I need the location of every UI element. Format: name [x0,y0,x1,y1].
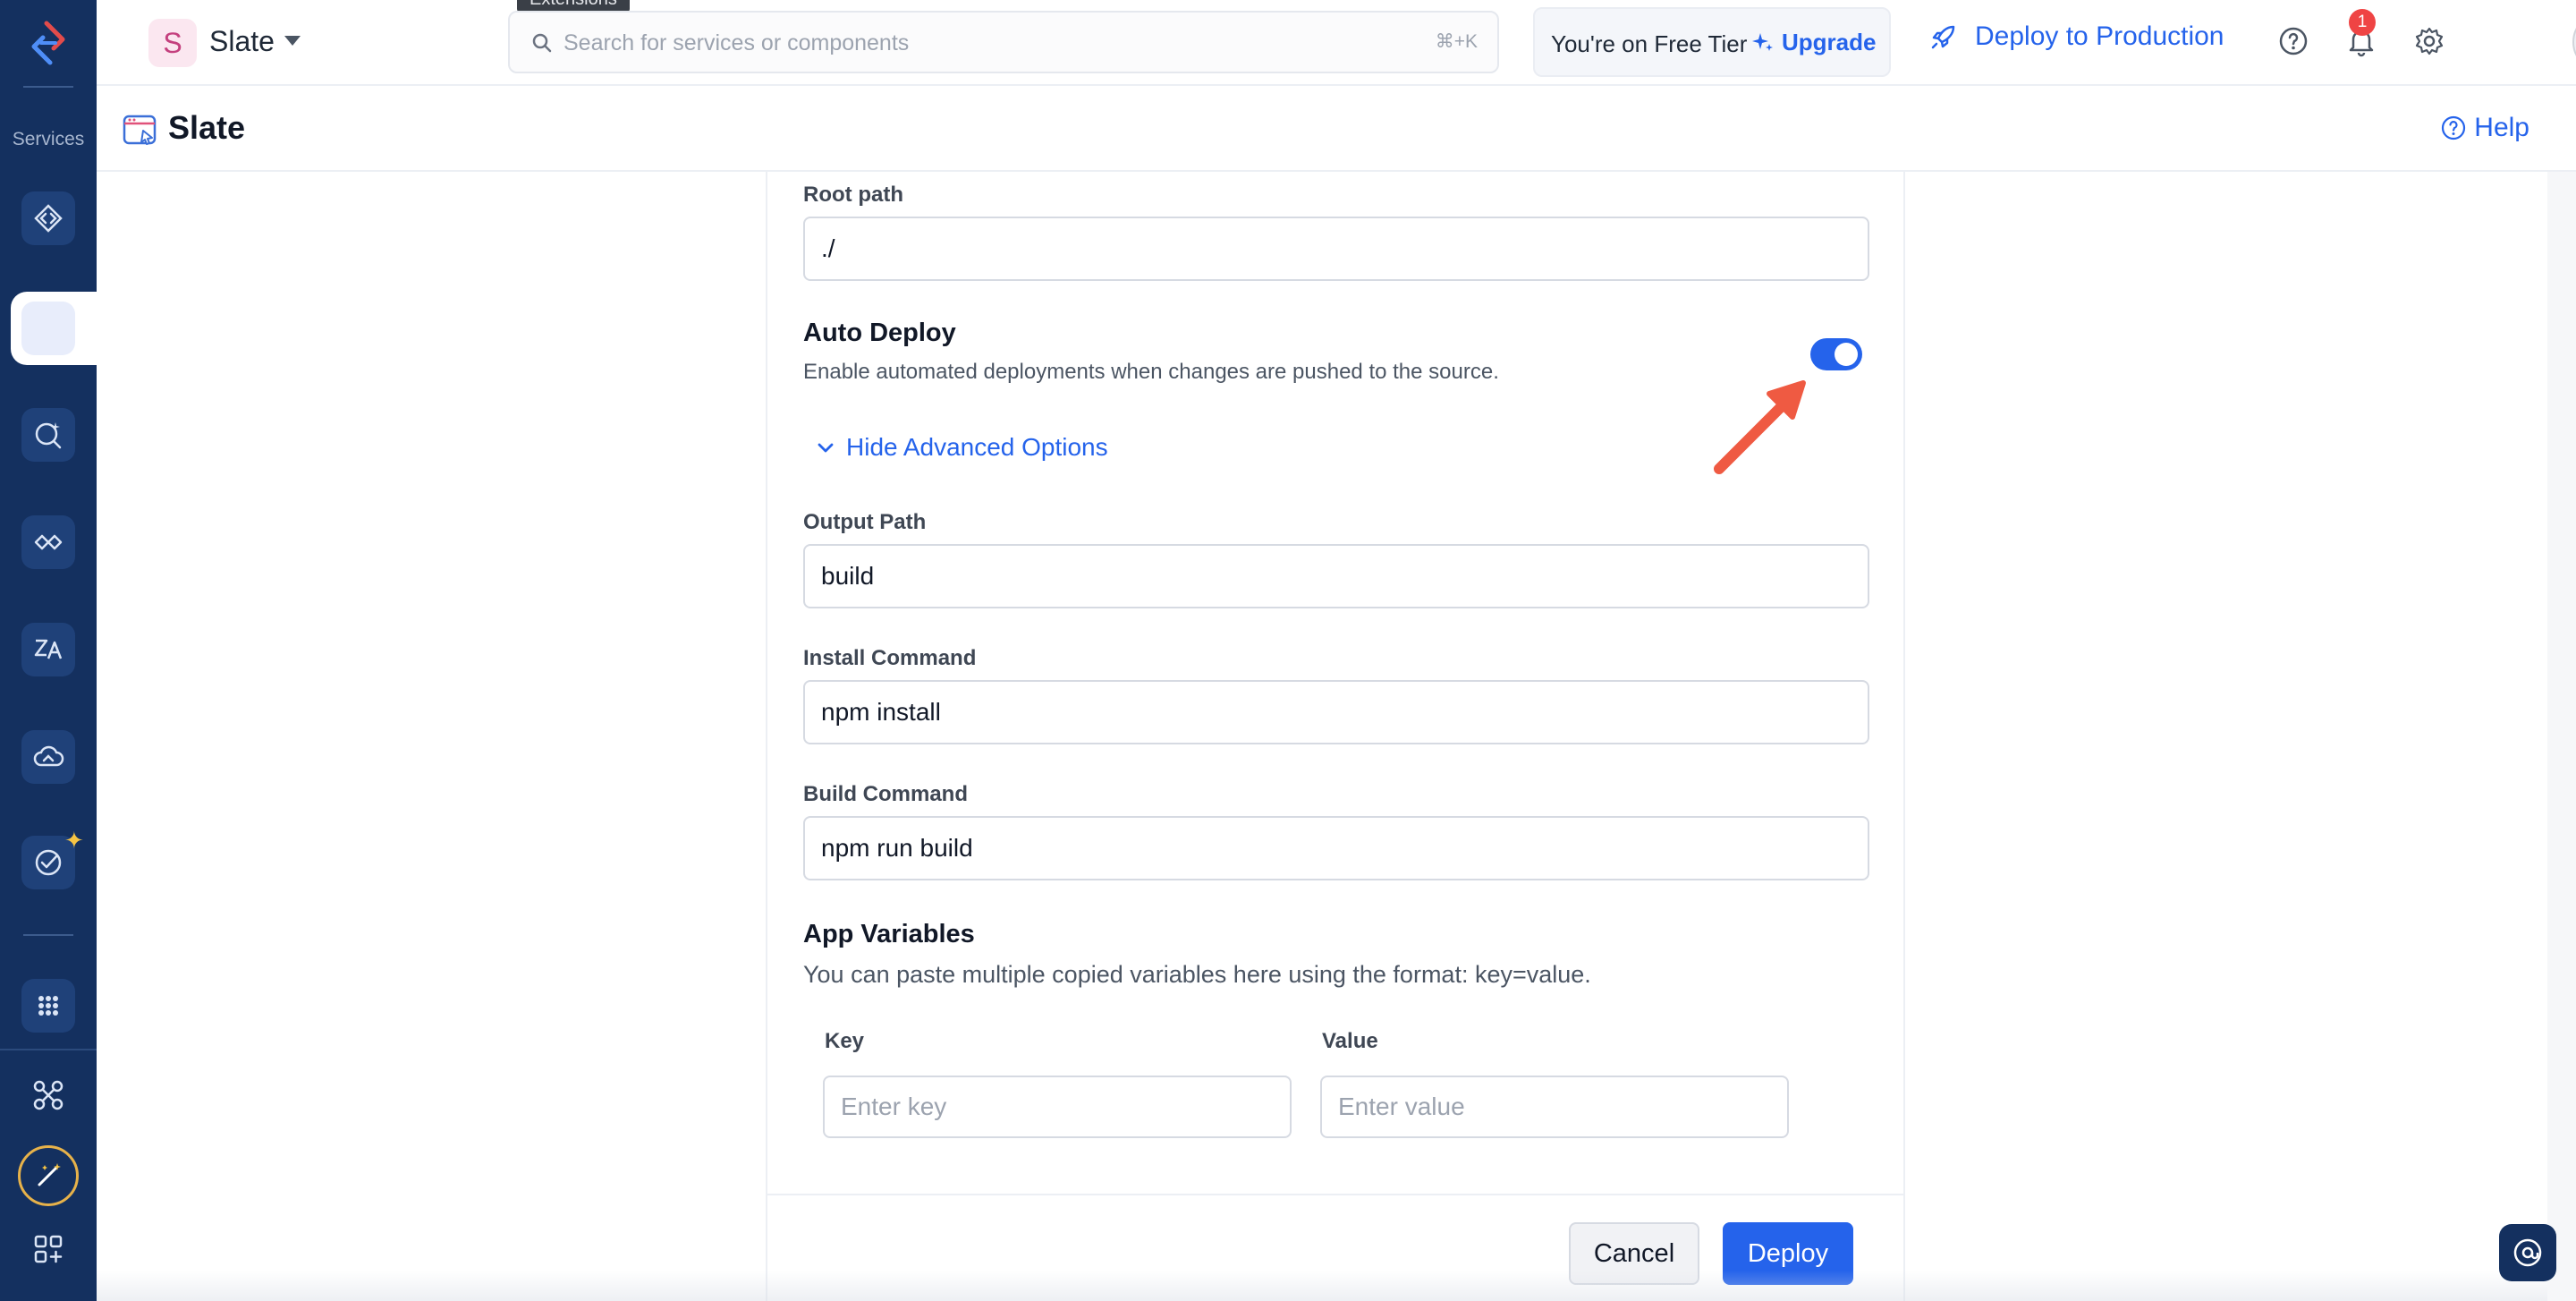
notification-badge: 1 [2349,9,2376,36]
search-bot-button[interactable] [21,408,75,462]
search-shortcut: ⌘+K [1435,31,1478,52]
cloud-icon [33,745,64,767]
add-widget-button[interactable] [27,1228,70,1271]
annotation-arrow-icon [1714,380,1806,474]
rail-section-label: Services [12,129,85,149]
help-label: Help [2474,113,2529,142]
app-variables-title: App Variables [803,920,975,948]
rail-divider [23,86,73,88]
question-circle-icon [2279,27,2308,55]
key-column-label: Key [825,1029,865,1053]
value-column-label: Value [1322,1029,1378,1053]
rail-divider [23,934,73,936]
sparkle-icon [1752,32,1773,51]
magic-wand-button[interactable] [18,1145,79,1206]
connections-button[interactable] [27,1074,70,1117]
static-site-button[interactable] [21,302,75,355]
output-path-input[interactable] [803,544,1869,608]
apps-grid-button[interactable] [21,979,75,1033]
help-button[interactable] [2275,23,2311,59]
search-bar[interactable]: ⌘+K [508,11,1499,73]
translate-icon [34,639,63,659]
hide-advanced-options-label: Hide Advanced Options [846,433,1108,461]
bottom-shadow [97,1271,2547,1301]
left-rail: Services ✦ [0,0,97,1301]
auto-deploy-title: Auto Deploy [803,319,956,347]
page-title: Slate [168,109,246,146]
build-command-input[interactable] [803,816,1869,880]
assistant-button[interactable] [2499,1224,2556,1281]
api-service-button[interactable] [21,191,75,245]
api-icon [34,204,63,233]
settings-button[interactable] [2411,23,2447,59]
free-tier-banner: You're on Free Tier Upgrade [1533,7,1891,77]
root-path-input[interactable] [803,217,1869,281]
integration-icon [34,534,63,550]
translate-button[interactable] [21,623,75,676]
deploy-to-production-label: Deploy to Production [1975,21,2224,51]
question-circle-icon [2442,115,2466,140]
top-bar: S Slate Extensions ⌘+K You're on Free Ti… [97,0,2576,86]
hide-advanced-options-toggle[interactable]: Hide Advanced Options [816,433,1108,462]
right-gutter [2547,172,2576,1301]
search-bot-icon [35,422,62,449]
static-site-icon [123,115,157,145]
root-path-label: Root path [803,183,903,207]
connections-icon [33,1080,64,1110]
project-avatar[interactable]: S [148,19,197,67]
avatar[interactable] [2572,13,2576,72]
logo-icon[interactable] [23,18,73,68]
tier-text: You're on Free Tier [1551,30,1748,57]
apps-grid-icon [38,996,58,1016]
footer-divider [767,1194,1903,1195]
install-command-input[interactable] [803,680,1869,744]
add-widget-icon [34,1235,63,1263]
install-command-label: Install Command [803,646,977,670]
sparkle-icon: ✦ [64,827,84,854]
toggle-knob [1835,343,1858,366]
chevron-down-icon [818,443,834,453]
deploy-to-production-button[interactable]: Deploy to Production [1928,21,2224,52]
gear-icon [2415,27,2444,55]
chat-assistant-icon [2513,1238,2542,1267]
check-ai-icon [35,849,62,876]
output-path-label: Output Path [803,510,927,534]
search-input[interactable] [564,25,1333,61]
auto-deploy-description: Enable automated deployments when change… [803,360,1499,384]
variable-key-input[interactable] [823,1076,1292,1138]
build-command-label: Build Command [803,782,968,806]
project-name[interactable]: Slate [209,25,275,58]
variable-value-input[interactable] [1320,1076,1789,1138]
magic-wand-icon [38,1163,61,1186]
integration-button[interactable] [21,515,75,569]
rocket-icon [1931,25,1955,49]
cloud-button[interactable] [21,730,75,784]
upgrade-label: Upgrade [1782,29,1877,55]
rail-divider [0,1049,97,1050]
chevron-down-icon[interactable] [284,36,301,46]
configuration-panel: Root path Auto Deploy Enable automated d… [766,172,1905,1301]
app-variables-description: You can paste multiple copied variables … [803,961,1591,988]
search-icon [532,33,552,53]
page-header: Slate Help [97,86,2576,172]
help-link[interactable]: Help [2440,113,2529,143]
upgrade-button[interactable]: Upgrade [1751,29,1876,56]
